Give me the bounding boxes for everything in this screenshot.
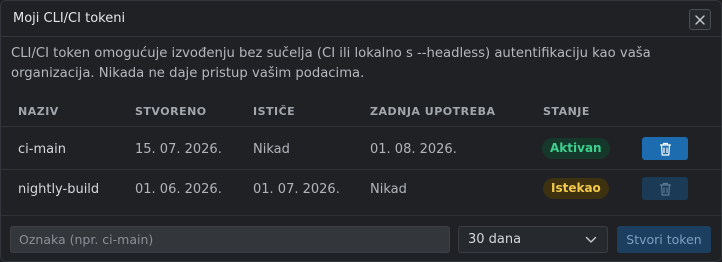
dialog-title: Moji CLI/CI tokeni [13, 11, 126, 26]
column-header-created: STVORENO [135, 105, 207, 118]
table-header: NAZIV STVORENO ISTIČE ZADNJA UPOTREBA ST… [1, 97, 721, 127]
column-header-status: STANJE [543, 105, 590, 118]
status-badge: Istekao [543, 178, 609, 199]
token-expires: 01. 07. 2026. [253, 182, 340, 197]
token-last-used: 01. 08. 2026. [370, 142, 457, 157]
column-header-name: NAZIV [18, 105, 59, 118]
duration-select-value: 30 dana [468, 232, 522, 247]
token-created: 15. 07. 2026. [135, 142, 222, 157]
dialog-description: CLI/CI token omogućuje izvođenju bez suč… [11, 46, 651, 81]
trash-icon [659, 142, 671, 156]
token-name: nightly-build [18, 182, 100, 197]
dialog-titlebar: Moji CLI/CI tokeni [1, 1, 721, 37]
duration-select[interactable]: 30 dana [458, 226, 608, 253]
chevron-down-icon [585, 236, 597, 243]
token-expires: Nikad [253, 142, 290, 157]
delete-token-button [642, 177, 688, 200]
token-name: ci-main [18, 142, 66, 157]
token-created: 01. 06. 2026. [135, 182, 222, 197]
create-token-button[interactable]: Stvori token [617, 226, 711, 253]
trash-icon [659, 182, 671, 196]
create-token-footer: 30 dana Stvori token [1, 215, 721, 261]
token-label-input[interactable] [10, 226, 450, 253]
status-badge: Aktivan [542, 138, 610, 159]
table-row: ci-main 15. 07. 2026. Nikad 01. 08. 2026… [1, 130, 721, 170]
column-header-expires: ISTIČE [253, 105, 296, 118]
tokens-dialog: Moji CLI/CI tokeni CLI/CI token omogućuj… [0, 0, 722, 262]
close-button[interactable] [689, 9, 711, 30]
delete-token-button[interactable] [642, 137, 688, 160]
column-header-last-used: ZADNJA UPOTREBA [370, 105, 496, 118]
table-row: nightly-build 01. 06. 2026. 01. 07. 2026… [1, 170, 721, 210]
close-icon [695, 14, 705, 25]
token-last-used: Nikad [370, 182, 407, 197]
